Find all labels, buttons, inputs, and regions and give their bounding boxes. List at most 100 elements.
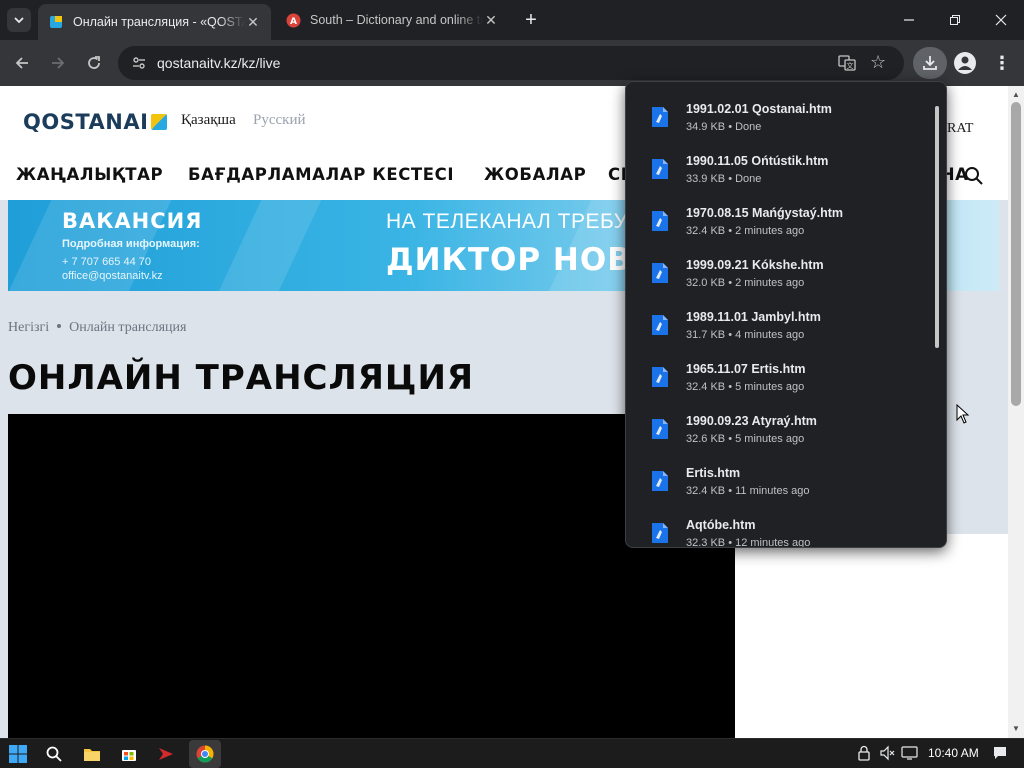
downloads-scrollbar[interactable] xyxy=(935,106,939,348)
reload-button[interactable] xyxy=(81,50,107,76)
tab-close-icon[interactable]: ✕ xyxy=(245,14,261,31)
site-info-icon[interactable] xyxy=(130,54,148,72)
store-button[interactable] xyxy=(118,743,140,765)
download-filename: Aqtóbe.htm xyxy=(686,518,756,532)
arrow-right-icon xyxy=(52,57,65,69)
banner-headline-top: НА ТЕЛЕКАНАЛ ТРЕБУЕ xyxy=(386,210,643,233)
taskbar: 10:40 AM xyxy=(0,738,1024,768)
download-item[interactable]: 1991.02.01 Qostanai.htm 34.9 KB • Done xyxy=(626,94,932,146)
download-item[interactable]: 1990.11.05 Ońtústik.htm 33.9 KB • Done xyxy=(626,146,932,198)
download-filename: 1990.09.23 Atyraý.htm xyxy=(686,414,817,428)
html-file-icon xyxy=(652,471,668,491)
person-icon xyxy=(958,56,972,70)
back-button[interactable] xyxy=(9,50,35,76)
tab-title: Онлайн трансляция - «QOSTANAI» xyxy=(73,15,245,29)
svg-text:A: A xyxy=(290,17,297,27)
download-item[interactable]: 1990.09.23 Atyraý.htm 32.6 KB • 5 minutes… xyxy=(626,406,932,458)
notification-icon[interactable] xyxy=(992,745,1008,764)
page-scrollbar-thumb[interactable] xyxy=(1011,102,1021,406)
qostanai-favicon-icon xyxy=(48,14,64,30)
tray-display-icon[interactable] xyxy=(901,745,919,764)
nav-projects[interactable]: ЖОБАЛАР xyxy=(484,165,586,184)
minimize-icon xyxy=(904,19,914,21)
download-meta: 32.4 KB • 5 minutes ago xyxy=(686,381,805,393)
app-arrow-button[interactable] xyxy=(155,743,177,765)
browser-menu-button[interactable]: ⋮ xyxy=(993,52,1011,74)
browser-toolbar: qostanaitv.kz/kz/live 文 ☆ ⋮ xyxy=(0,40,1024,86)
chrome-taskbar-button[interactable] xyxy=(194,743,216,765)
lang-kazakh-link[interactable]: Қазақша xyxy=(181,112,236,129)
html-file-icon xyxy=(652,315,668,335)
download-filename: 1991.02.01 Qostanai.htm xyxy=(686,102,832,116)
download-item[interactable]: 1965.11.07 Ertis.htm 32.4 KB • 5 minutes … xyxy=(626,354,932,406)
reload-icon xyxy=(88,56,100,69)
new-tab-button[interactable]: + xyxy=(519,8,543,32)
downloads-button[interactable] xyxy=(913,47,947,79)
store-icon xyxy=(122,750,136,761)
breadcrumb-home[interactable]: Негізгі xyxy=(8,320,49,335)
download-item[interactable]: 1970.08.15 Mańǵystaý.htm 32.4 KB • 2 minu… xyxy=(626,198,932,250)
restore-icon xyxy=(950,15,960,25)
restore-button[interactable] xyxy=(932,0,978,40)
url-text[interactable]: qostanaitv.kz/kz/live xyxy=(157,55,280,71)
site-logo[interactable]: QOSTANAI xyxy=(23,110,168,134)
html-file-icon xyxy=(652,263,668,283)
download-filename: 1989.11.01 Jambyl.htm xyxy=(686,310,821,324)
minimize-button[interactable] xyxy=(886,0,932,40)
tab-qostanai-live[interactable]: Онлайн трансляция - «QOSTANAI» ✕ xyxy=(38,4,271,40)
download-item[interactable]: 1999.09.21 Kókshe.htm 32.0 KB • 2 minutes… xyxy=(626,250,932,302)
start-button[interactable] xyxy=(7,743,29,765)
download-item[interactable]: Aqtóbe.htm 32.3 KB • 12 minutes ago xyxy=(626,510,932,547)
banner-subtitle: Подробная информация: xyxy=(62,238,200,250)
download-meta: 33.9 KB • Done xyxy=(686,173,762,185)
download-item[interactable]: Ertis.htm 32.4 KB • 11 minutes ago xyxy=(626,458,932,510)
file-explorer-button[interactable] xyxy=(81,743,103,765)
breadcrumb-separator xyxy=(57,324,62,328)
bookmark-star-icon[interactable]: ☆ xyxy=(870,52,886,73)
tab-search-button[interactable] xyxy=(7,8,31,32)
scroll-down-icon[interactable]: ▼ xyxy=(1012,724,1020,733)
nav-news[interactable]: ЖАҢАЛЫҚТАР xyxy=(16,165,163,184)
profile-avatar[interactable] xyxy=(954,52,976,74)
search-icon xyxy=(46,746,62,762)
svg-text:文: 文 xyxy=(847,61,854,70)
download-filename: 1999.09.21 Kókshe.htm xyxy=(686,258,824,272)
lang-russian-link[interactable]: Русский xyxy=(253,112,306,129)
close-icon xyxy=(995,14,1007,26)
arrow-left-icon xyxy=(15,57,28,69)
scroll-up-icon[interactable]: ▲ xyxy=(1012,90,1020,99)
taskbar-search-button[interactable] xyxy=(43,743,65,765)
logo-mark-icon xyxy=(151,114,168,130)
download-icon xyxy=(923,56,937,70)
forward-button[interactable] xyxy=(45,50,71,76)
download-meta: 32.4 KB • 2 minutes ago xyxy=(686,225,805,237)
download-filename: 1990.11.05 Ońtústik.htm xyxy=(686,154,829,168)
address-bar[interactable]: qostanaitv.kz/kz/live 文 ☆ xyxy=(118,46,904,80)
download-meta: 34.9 KB • Done xyxy=(686,121,762,133)
mouse-cursor-icon xyxy=(956,404,970,424)
header-right-text[interactable]: RAT xyxy=(947,121,973,137)
chevron-down-icon xyxy=(14,17,24,24)
tab-south-dictionary[interactable]: A South – Dictionary and online translat… xyxy=(275,4,509,36)
download-filename: Ertis.htm xyxy=(686,466,741,480)
html-file-icon xyxy=(652,419,668,439)
red-arrow-app-icon xyxy=(159,748,173,760)
taskbar-clock[interactable]: 10:40 AM xyxy=(928,746,979,760)
download-item[interactable]: 1989.11.01 Jambyl.htm 31.7 KB • 4 minutes… xyxy=(626,302,932,354)
folder-icon xyxy=(84,749,100,761)
close-window-button[interactable] xyxy=(978,0,1024,40)
tray-volume-muted-icon[interactable] xyxy=(879,745,895,764)
tab-strip: Онлайн трансляция - «QOSTANAI» ✕ A South… xyxy=(0,0,1024,40)
nav-schedule[interactable]: БАҒДАРЛАМАЛАР КЕСТЕСІ xyxy=(188,165,454,184)
html-file-icon xyxy=(652,107,668,127)
breadcrumb-current: Онлайн трансляция xyxy=(69,320,187,335)
tray-network-lock-icon[interactable] xyxy=(856,745,872,764)
search-icon[interactable] xyxy=(964,166,984,186)
logo-text: QOSTANAI xyxy=(23,110,149,134)
translate-icon[interactable]: 文 xyxy=(838,54,856,75)
chrome-icon xyxy=(196,745,214,763)
downloads-panel: 1991.02.01 Qostanai.htm 34.9 KB • Done 199… xyxy=(625,81,947,548)
tab-close-icon[interactable]: ✕ xyxy=(483,12,499,29)
page-scrollbar[interactable]: ▲ ▼ xyxy=(1008,86,1024,738)
download-meta: 32.4 KB • 11 minutes ago xyxy=(686,485,810,497)
